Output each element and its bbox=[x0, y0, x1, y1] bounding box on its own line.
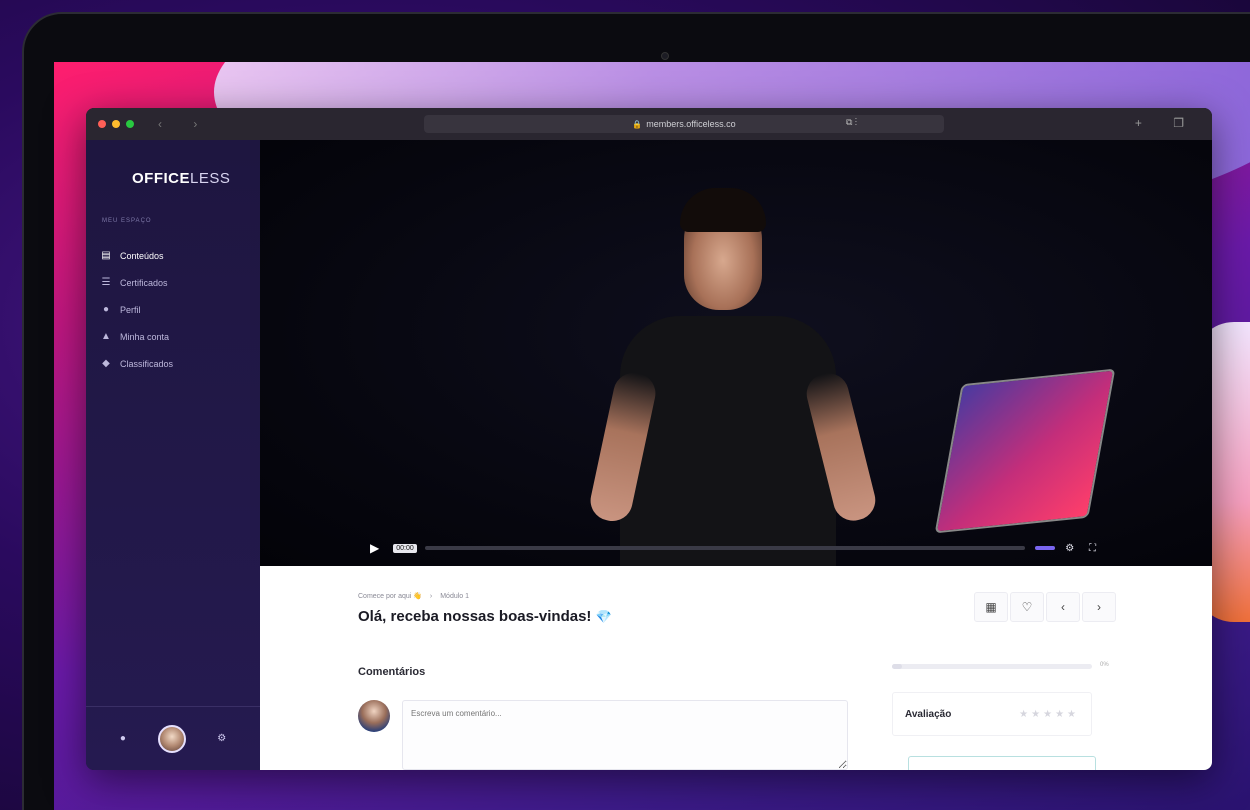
course-progress-bar bbox=[892, 664, 1092, 669]
video-controls: ▶ 00:00 ⚙ ⛶ bbox=[370, 538, 1102, 558]
classifieds-icon: ◆ bbox=[102, 358, 110, 369]
officeless-logo[interactable]: OFFICELESS bbox=[132, 170, 230, 187]
avatar[interactable] bbox=[157, 724, 186, 753]
video-player[interactable]: ▶ 00:00 ⚙ ⛶ bbox=[260, 140, 1212, 566]
lesson-content: Comece por aqui 👋 › Módulo 1 Olá, receba… bbox=[260, 566, 1212, 770]
rating-label: Avaliação bbox=[905, 708, 952, 720]
lesson-toolbar: ▦ ♡ ‹ › bbox=[972, 592, 1116, 622]
rate-button[interactable] bbox=[908, 756, 1096, 770]
sidebar-section-label: MEU ESPAÇO bbox=[102, 218, 152, 224]
logo-bold-text: OFFICE bbox=[132, 170, 190, 187]
new-tab-icon[interactable]: + ❐ bbox=[1135, 116, 1198, 130]
browser-titlebar: ‹ › 🔒 members.officeless.co ⧉ ⋮ + ❐ bbox=[86, 108, 1212, 140]
address-bar[interactable]: 🔒 members.officeless.co bbox=[424, 115, 944, 133]
comments-heading: Comentários bbox=[358, 666, 426, 678]
previous-lesson-button[interactable]: ‹ bbox=[1046, 592, 1080, 622]
lesson-title-text: Olá, receba nossas boas-vindas! bbox=[358, 608, 592, 625]
sidebar-item-conteudos[interactable]: ▤ Conteúdos bbox=[100, 242, 173, 269]
sidebar-item-label: Minha conta bbox=[120, 331, 170, 342]
comment-input[interactable] bbox=[402, 700, 848, 770]
sidebar-item-label: Certificados bbox=[120, 277, 168, 288]
logo-light-text: LESS bbox=[190, 170, 231, 187]
sidebar-item-label: Classificados bbox=[120, 358, 174, 369]
user-icon: ▲ bbox=[101, 331, 111, 342]
favorite-button[interactable]: ♡ bbox=[1010, 592, 1044, 622]
notification-icon[interactable]: ● bbox=[120, 733, 126, 744]
comment-avatar bbox=[358, 700, 390, 732]
breadcrumb-course[interactable]: Comece por aqui 👋 bbox=[358, 593, 422, 600]
browser-window: ‹ › 🔒 members.officeless.co ⧉ ⋮ + ❐ OFFI… bbox=[86, 108, 1212, 770]
sidebar-footer: ● ⚙ bbox=[86, 706, 260, 770]
video-timecode: 00:00 bbox=[393, 543, 417, 553]
next-lesson-button[interactable]: › bbox=[1082, 592, 1116, 622]
sidebar-item-label: Conteúdos bbox=[120, 250, 164, 261]
course-progress-percent: 0% bbox=[1100, 662, 1109, 668]
sidebar-item-certificados[interactable]: ☰ Certificados bbox=[100, 269, 173, 296]
video-progress-bar[interactable] bbox=[424, 546, 1026, 550]
camera-dot bbox=[661, 52, 669, 60]
breadcrumb-module[interactable]: Módulo 1 bbox=[440, 593, 469, 600]
sidebar-item-minha-conta[interactable]: ▲ Minha conta bbox=[100, 323, 173, 350]
certificate-icon: ☰ bbox=[101, 277, 111, 288]
back-forward-arrows-icon[interactable]: ‹ › bbox=[158, 117, 211, 131]
play-icon[interactable]: ▶ bbox=[370, 541, 379, 555]
minimize-window-button[interactable] bbox=[112, 120, 120, 128]
page-title: Olá, receba nossas boas-vindas! 💎 bbox=[358, 608, 612, 625]
profile-icon: ● bbox=[102, 304, 110, 315]
maximize-window-button[interactable] bbox=[126, 120, 134, 128]
laptop-prop-image bbox=[934, 368, 1116, 534]
presenter-hair bbox=[680, 188, 766, 232]
breadcrumb-separator: › bbox=[429, 593, 433, 600]
fullscreen-icon[interactable]: ⚙ ⛶ bbox=[1065, 543, 1102, 554]
tab-tools-icon[interactable]: ⧉ ⋮ bbox=[846, 117, 857, 128]
gem-icon: 💎 bbox=[595, 609, 612, 624]
course-progress-fill bbox=[892, 664, 902, 669]
bookmark-button[interactable]: ▦ bbox=[974, 592, 1008, 622]
volume-slider[interactable] bbox=[1035, 546, 1056, 550]
sidebar: OFFICELESS MEU ESPAÇO ▤ Conteúdos ☰ Cert… bbox=[86, 140, 260, 770]
star-rating-icon[interactable]: ★★★★★ bbox=[1019, 709, 1079, 720]
sidebar-item-perfil[interactable]: ● Perfil bbox=[100, 296, 173, 323]
close-window-button[interactable] bbox=[98, 120, 106, 128]
breadcrumb: Comece por aqui 👋 › Módulo 1 bbox=[358, 592, 469, 600]
rating-box: Avaliação ★★★★★ bbox=[892, 692, 1092, 736]
sidebar-menu: ▤ Conteúdos ☰ Certificados ● Perfil ▲ Mi… bbox=[100, 242, 173, 377]
sidebar-item-classificados[interactable]: ◆ Classificados bbox=[100, 350, 173, 377]
sidebar-item-label: Perfil bbox=[120, 304, 141, 315]
lock-icon: 🔒 bbox=[632, 119, 643, 129]
content-icon: ▤ bbox=[101, 250, 111, 261]
settings-icon[interactable]: ⚙ bbox=[217, 733, 226, 744]
address-bar-url: members.officeless.co bbox=[646, 119, 736, 129]
presenter-body bbox=[620, 316, 836, 566]
